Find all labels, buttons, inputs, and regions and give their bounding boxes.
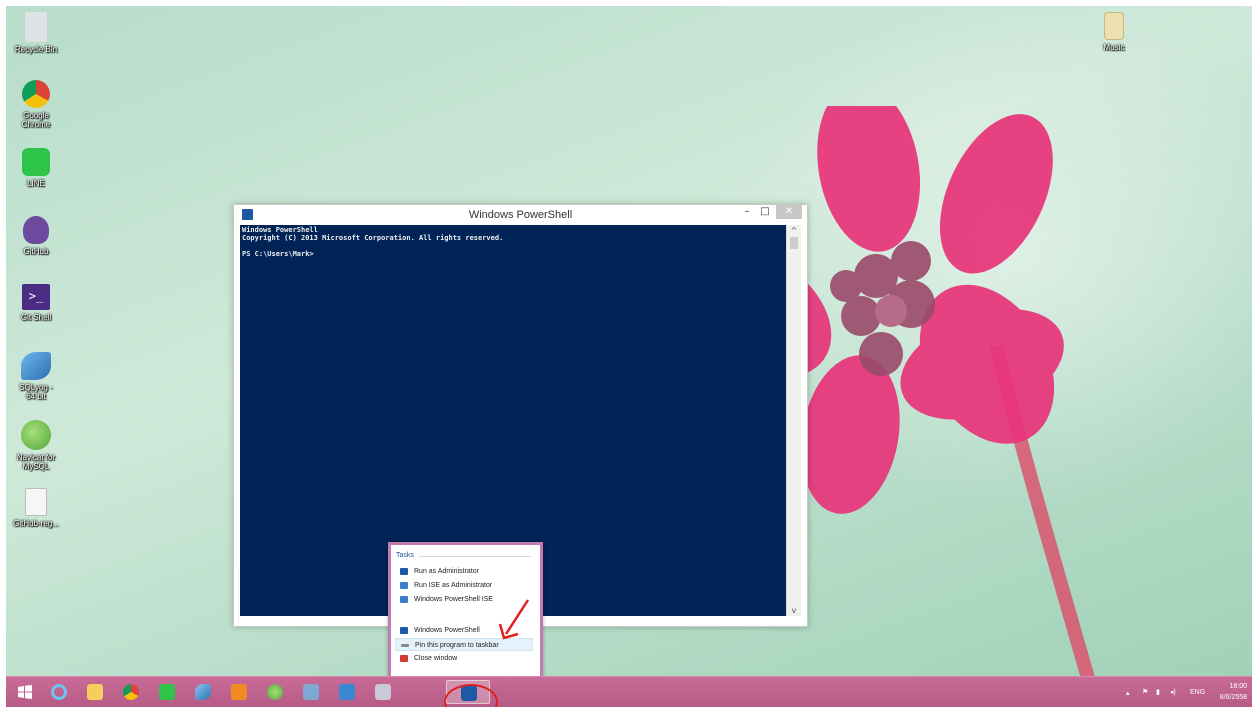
navicat-icon [267, 684, 283, 700]
document-icon [25, 488, 47, 516]
recycle-bin-icon [25, 12, 47, 42]
taskbar-ie[interactable] [46, 680, 72, 704]
chrome-icon [123, 684, 139, 700]
taskbar-app[interactable] [298, 680, 324, 704]
music-folder-icon [1104, 12, 1124, 40]
close-window-icon [400, 655, 408, 662]
taskbar-line[interactable] [154, 680, 180, 704]
tools-icon [375, 684, 391, 700]
annotation-arrow-icon [498, 599, 530, 640]
media-player-icon [231, 684, 247, 700]
vertical-scrollbar[interactable]: ^ v [786, 225, 801, 616]
desktop-icon-line[interactable]: LINE [6, 148, 66, 188]
desktop-icon-navicat[interactable]: Navicat for MySQL [6, 420, 66, 471]
clock-date[interactable]: 8/6/2558 [1212, 694, 1247, 701]
sqlyog-icon [21, 352, 51, 380]
navicat-icon [21, 420, 51, 450]
line-icon [159, 684, 175, 700]
sqlyog-icon [195, 684, 211, 700]
powershell-ise-icon [400, 596, 408, 603]
scroll-thumb[interactable] [790, 237, 798, 249]
desktop-icon-document[interactable]: GitHub-reg... [6, 488, 66, 528]
volume-icon[interactable]: ◂) [1170, 688, 1176, 696]
console-prompt: PS C:\Users\Mark> [242, 250, 314, 258]
window-title: Windows PowerShell [468, 209, 573, 221]
scroll-down-icon[interactable]: v [787, 606, 801, 615]
scroll-up-icon[interactable]: ^ [787, 226, 801, 235]
chrome-icon [22, 80, 50, 108]
minimize-button[interactable]: – [738, 205, 756, 219]
network-icon[interactable]: ▮ [1156, 688, 1160, 696]
console-line: ​ [242, 242, 784, 250]
taskbar-remote-desktop[interactable] [334, 680, 360, 704]
start-button[interactable] [12, 680, 38, 704]
desktop-icon-chrome[interactable]: Google Chrome [6, 80, 66, 129]
clock-time[interactable]: 18:00 [1219, 683, 1247, 690]
app-icon [303, 684, 319, 700]
desktop-icon-sqlyog[interactable]: SQLyog - 64 bit [6, 352, 66, 401]
jump-list-item-close-window[interactable]: Close window [395, 652, 533, 665]
jump-list-header: Tasks [396, 552, 414, 559]
divider [419, 556, 531, 557]
console-line: Copyright (C) 2013 Microsoft Corporation… [242, 234, 504, 242]
language-indicator[interactable]: ENG [1190, 689, 1205, 696]
console-line: Windows PowerShell [242, 226, 318, 234]
system-tray: ▴ ⚑ ▮ ◂) ENG 18:00 8/6/2558 [1112, 677, 1252, 707]
taskbar-file-explorer[interactable] [82, 680, 108, 704]
remote-desktop-icon [339, 684, 355, 700]
github-icon [23, 216, 49, 244]
tray-overflow-icon[interactable]: ▴ [1126, 689, 1130, 697]
internet-explorer-icon [51, 684, 67, 700]
desktop-icon-github[interactable]: GitHub [6, 216, 66, 256]
maximize-button[interactable]: □ [756, 205, 774, 219]
taskbar: ▴ ⚑ ▮ ◂) ENG 18:00 8/6/2558 [6, 676, 1252, 707]
desktop-icon-music[interactable]: Music [1084, 12, 1144, 52]
taskbar-navicat[interactable] [262, 680, 288, 704]
taskbar-sqlyog[interactable] [190, 680, 216, 704]
desktop: Recycle Bin Google Chrome LINE GitHub >_… [6, 6, 1252, 707]
line-icon [22, 148, 50, 176]
git-shell-icon: >_ [22, 284, 50, 310]
file-explorer-icon [87, 684, 103, 700]
powershell-icon [400, 627, 408, 634]
taskbar-media[interactable] [226, 680, 252, 704]
powershell-icon [400, 568, 408, 575]
close-button[interactable]: ✕ [776, 205, 802, 219]
pin-icon [401, 644, 409, 647]
taskbar-chrome[interactable] [118, 680, 144, 704]
jump-list-item-run-ise-admin[interactable]: Run ISE as Administrator [395, 579, 533, 592]
flag-icon[interactable]: ⚑ [1142, 688, 1148, 696]
desktop-icon-recycle-bin[interactable]: Recycle Bin [6, 12, 66, 54]
powershell-ise-icon [400, 582, 408, 589]
window-titlebar[interactable]: Windows PowerShell – □ ✕ [234, 205, 807, 225]
jump-list-item-run-as-admin[interactable]: Run as Administrator [395, 565, 533, 578]
desktop-icon-git-shell[interactable]: >_ Git Shell [6, 284, 66, 322]
windows-start-icon [18, 685, 32, 699]
taskbar-tools[interactable] [370, 680, 396, 704]
